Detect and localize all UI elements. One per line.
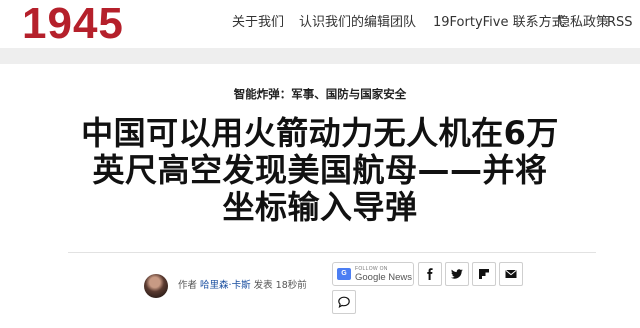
facebook-icon — [427, 268, 433, 280]
twitter-icon — [451, 269, 463, 279]
byline-prefix: 作者 — [178, 280, 198, 291]
share-facebook-button[interactable] — [418, 262, 442, 286]
comments-button[interactable] — [332, 290, 356, 314]
article-category[interactable]: 智能炸弹：军事、国防与国家安全 — [0, 86, 640, 102]
share-email-button[interactable] — [499, 262, 523, 286]
headline-line: 中国可以用火箭动力无人机在6万 — [81, 114, 559, 152]
email-icon — [505, 270, 517, 278]
site-header: 1945 关于我们 认识我们的编辑团队 19FortyFive 联系方式 隐私政… — [0, 0, 640, 48]
site-logo[interactable]: 1945 — [22, 2, 124, 46]
headline-line: 英尺高空发现美国航母——并将 — [92, 151, 548, 189]
headline-divider — [68, 252, 596, 253]
article-headline: 中国可以用火箭动力无人机在6万 英尺高空发现美国航母——并将 坐标输入导弹 — [40, 115, 600, 226]
nav-item-contact[interactable]: 19FortyFive 联系方式 — [433, 14, 565, 32]
headline-line: 坐标输入导弹 — [222, 188, 418, 226]
author-link[interactable]: 哈里森·卡斯 — [200, 280, 251, 291]
share-twitter-button[interactable] — [445, 262, 469, 286]
google-news-label: Google News — [355, 272, 413, 283]
byline-verb: 发表 — [253, 280, 273, 291]
author-avatar[interactable] — [144, 274, 168, 298]
share-flipboard-button[interactable] — [472, 262, 496, 286]
article-byline: 作者 哈里森·卡斯 发表 18秒前 — [178, 280, 307, 292]
nav-item-privacy[interactable]: 隐私政策 — [557, 14, 609, 32]
google-news-follow-button[interactable]: G FOLLOW ON Google News — [332, 262, 414, 286]
comment-icon — [338, 296, 350, 308]
header-divider — [0, 48, 640, 64]
google-news-icon: G — [337, 268, 351, 280]
nav-item-editorial-team[interactable]: 认识我们的编辑团队 — [299, 14, 416, 32]
publish-time: 18秒前 — [275, 280, 307, 291]
nav-item-rss[interactable]: RSS — [607, 14, 633, 32]
nav-item-about[interactable]: 关于我们 — [232, 14, 284, 32]
flipboard-icon — [479, 269, 489, 279]
